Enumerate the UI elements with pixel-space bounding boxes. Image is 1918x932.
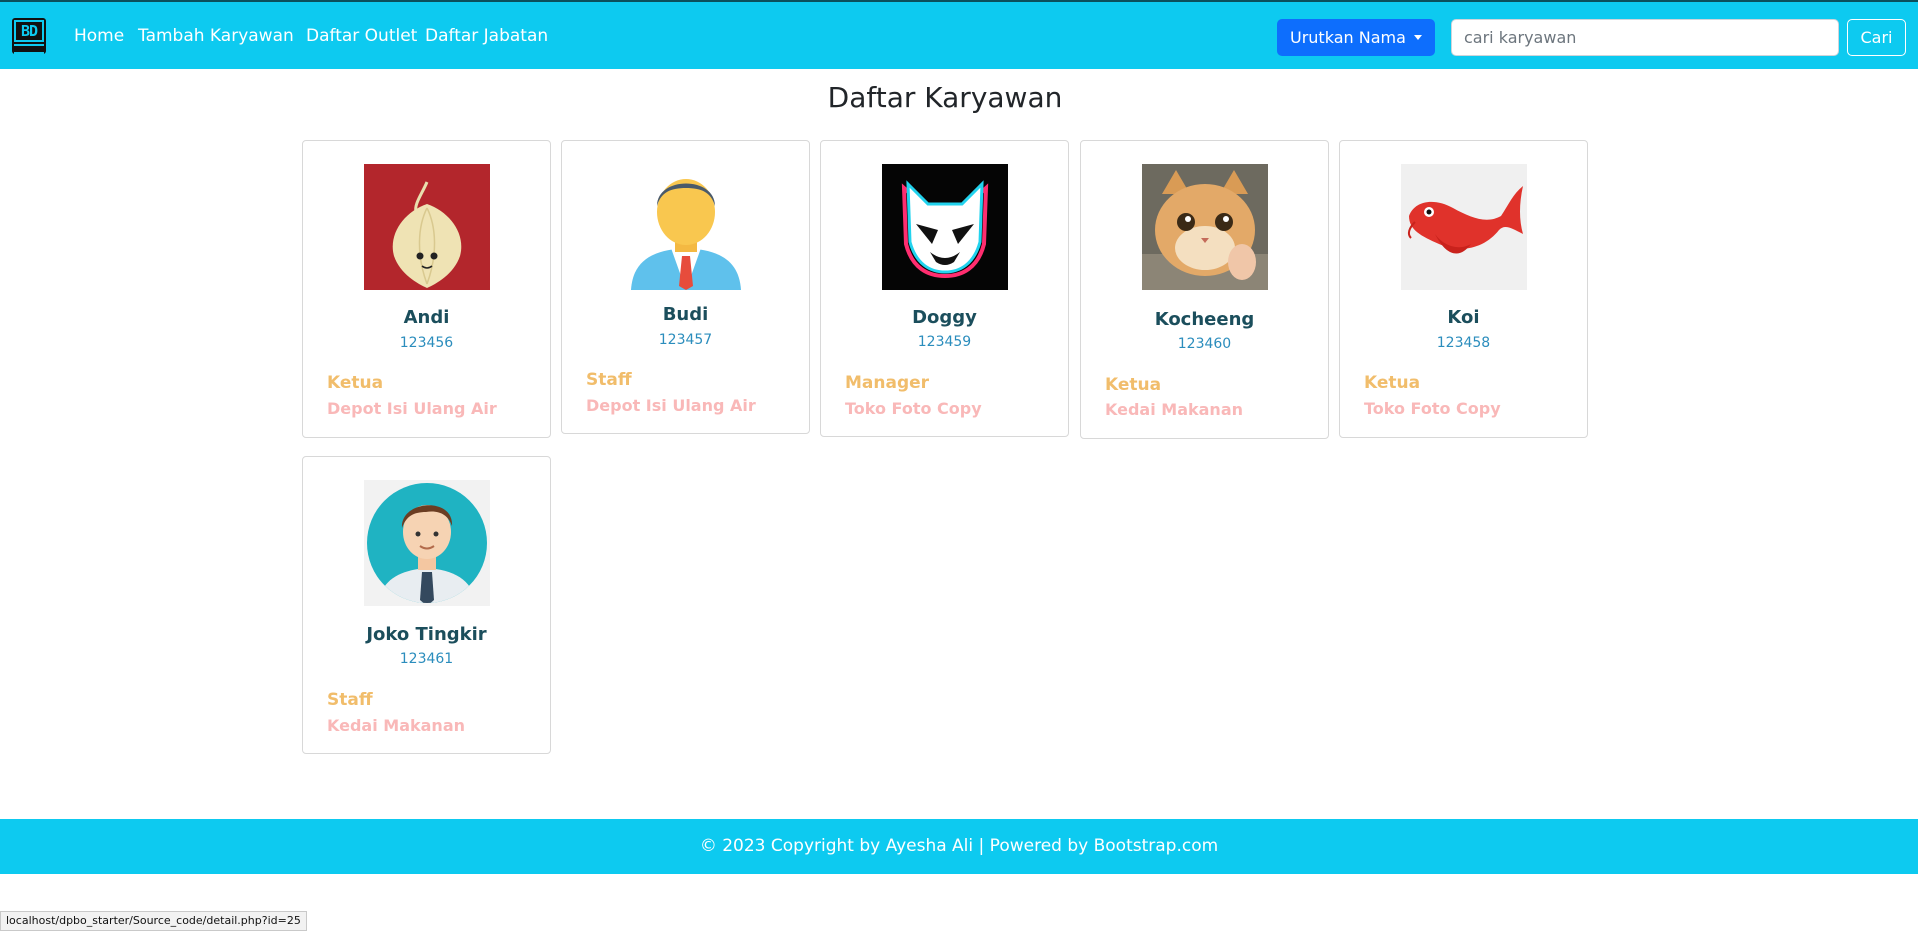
- brand-logo-text: BD: [14, 20, 44, 42]
- employee-id: 123458: [1436, 335, 1491, 351]
- employee-card[interactable]: Joko Tingkir 123461 Staff Kedai Makanan: [302, 456, 551, 754]
- employee-outlet: Toko Foto Copy: [1364, 399, 1501, 418]
- nav-link-tambah-karyawan[interactable]: Tambah Karyawan: [138, 24, 294, 48]
- brand-logo-underline: [14, 44, 44, 54]
- sort-dropdown-label: Urutkan Nama: [1290, 28, 1406, 47]
- cat-photo-image: [1142, 164, 1268, 290]
- employee-role: Ketua: [1364, 373, 1421, 393]
- employee-role: Ketua: [1105, 375, 1162, 395]
- nav-link-home[interactable]: Home: [74, 24, 124, 48]
- employee-outlet: Depot Isi Ulang Air: [586, 396, 756, 415]
- employee-id: 123459: [917, 334, 972, 350]
- employee-name: Koi: [1447, 307, 1480, 328]
- employee-id: 123460: [1177, 336, 1232, 352]
- employee-outlet: Kedai Makanan: [1105, 400, 1244, 419]
- employee-id: 123456: [399, 335, 454, 351]
- neon-cat-mask-image: [882, 164, 1008, 290]
- navbar: BD Home Tambah Karyawan Daftar Outlet Da…: [0, 2, 1918, 69]
- employee-outlet: Depot Isi Ulang Air: [327, 399, 497, 418]
- employee-name: Andi: [403, 307, 450, 328]
- employee-name: Joko Tingkir: [366, 624, 487, 645]
- search-button[interactable]: Cari: [1847, 19, 1906, 56]
- man-circle-avatar-image: [364, 480, 490, 606]
- browser-status-bar: localhost/dpbo_starter/Source_code/detai…: [0, 911, 307, 931]
- status-url: localhost/dpbo_starter/Source_code/detai…: [6, 914, 301, 927]
- footer-copyright: © 2023 Copyright by Ayesha Ali | Powered…: [699, 836, 1219, 856]
- employee-outlet: Toko Foto Copy: [845, 399, 982, 418]
- search-input[interactable]: [1451, 19, 1839, 56]
- nav-link-daftar-outlet[interactable]: Daftar Outlet: [306, 24, 417, 48]
- nav-link-daftar-jabatan[interactable]: Daftar Jabatan: [425, 24, 548, 48]
- employee-role: Staff: [327, 690, 373, 710]
- employee-role: Staff: [586, 370, 632, 390]
- employee-id: 123457: [658, 332, 713, 348]
- employee-card[interactable]: Doggy 123459 Manager Toko Foto Copy: [820, 140, 1069, 437]
- employee-name: Doggy: [912, 307, 977, 328]
- employee-name: Kocheeng: [1154, 309, 1255, 330]
- employee-outlet: Kedai Makanan: [327, 716, 466, 735]
- page-title: Daftar Karyawan: [827, 81, 1063, 114]
- onion-character-image: [364, 164, 490, 290]
- employee-card[interactable]: Budi 123457 Staff Depot Isi Ulang Air: [561, 140, 810, 434]
- businessman-avatar-image: [623, 164, 749, 290]
- employee-role: Ketua: [327, 373, 384, 393]
- sort-dropdown-button[interactable]: Urutkan Nama: [1277, 19, 1435, 56]
- employee-role: Manager: [845, 373, 930, 393]
- brand-logo[interactable]: BD: [12, 18, 46, 54]
- employee-card[interactable]: Kocheeng 123460 Ketua Kedai Makanan: [1080, 140, 1329, 439]
- footer: © 2023 Copyright by Ayesha Ali | Powered…: [0, 819, 1918, 874]
- employee-card[interactable]: Andi 123456 Ketua Depot Isi Ulang Air: [302, 140, 551, 438]
- employee-id: 123461: [399, 651, 454, 667]
- employee-card[interactable]: Koi 123458 Ketua Toko Foto Copy: [1339, 140, 1588, 438]
- employee-name: Budi: [662, 304, 709, 325]
- koi-fish-image: [1401, 164, 1527, 290]
- chevron-down-icon: [1414, 35, 1422, 40]
